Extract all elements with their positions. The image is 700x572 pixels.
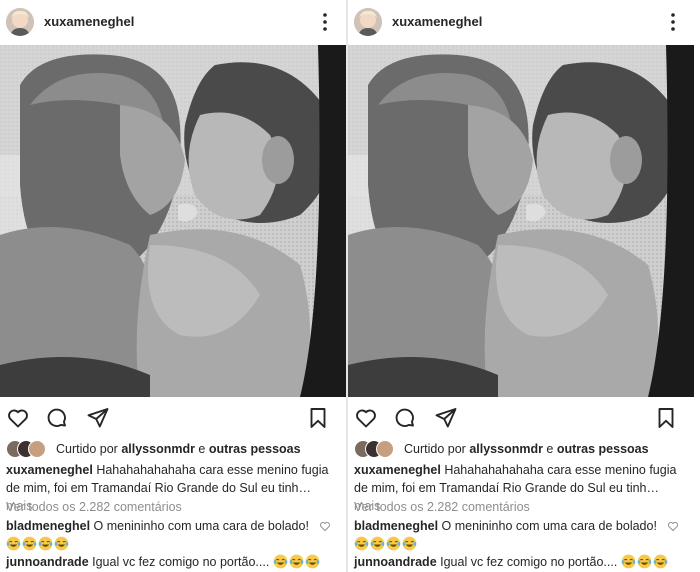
emoji-group xyxy=(273,554,321,569)
tears-of-joy-emoji xyxy=(621,554,636,569)
liked-by-prefix: Curtido por xyxy=(404,442,470,456)
view-all-comments-link[interactable]: Ver todos os 2.282 comentários xyxy=(6,500,182,514)
tears-of-joy-emoji xyxy=(273,554,288,569)
tears-of-joy-emoji xyxy=(305,554,320,569)
tears-of-joy-emoji xyxy=(38,536,53,551)
caption-username[interactable]: xuxameneghel xyxy=(6,463,93,477)
comment-row: bladmeneghel O menininho com uma cara de… xyxy=(354,517,684,553)
post-photo[interactable] xyxy=(0,45,346,397)
bookmark-icon[interactable] xyxy=(306,406,330,430)
comment-username[interactable]: bladmeneghel xyxy=(6,519,90,533)
liked-by-avatars xyxy=(354,440,398,458)
more-options-icon[interactable] xyxy=(666,12,680,32)
comment-row: junnoandrade Igual vc fez comigo no port… xyxy=(6,553,336,571)
heart-icon[interactable] xyxy=(354,406,378,430)
liked-by-join: e xyxy=(194,442,209,456)
liked-by-text: Curtido por allyssonmdr e outras pessoas xyxy=(404,442,649,456)
more-options-icon[interactable] xyxy=(318,12,332,32)
comment-text: O menininho com uma cara de bolado! xyxy=(438,519,657,533)
comment-row: junnoandrade Igual vc fez comigo no port… xyxy=(354,553,684,571)
share-icon[interactable] xyxy=(86,406,110,430)
emoji-group xyxy=(6,536,70,551)
post-action-bar xyxy=(348,401,694,435)
tears-of-joy-emoji xyxy=(653,554,668,569)
post-header: xuxameneghel xyxy=(348,0,694,44)
tears-of-joy-emoji xyxy=(354,536,369,551)
comment-icon[interactable] xyxy=(393,406,417,430)
profile-avatar[interactable] xyxy=(6,8,34,36)
post-photo[interactable] xyxy=(348,45,694,397)
liked-by-row[interactable]: Curtido por allyssonmdr e outras pessoas xyxy=(348,438,694,460)
caption-text-line2: de mim, foi em Tramandaí Rio Grande do S… xyxy=(354,481,660,495)
comment-row: bladmeneghel O menininho com uma cara de… xyxy=(6,517,336,553)
liked-by-row[interactable]: Curtido por allyssonmdr e outras pessoas xyxy=(0,438,346,460)
liker-avatar xyxy=(376,440,394,458)
comment-text: Igual vc fez comigo no portão.... xyxy=(436,555,621,569)
post-username[interactable]: xuxameneghel xyxy=(44,14,134,29)
caption-text-line1: Hahahahahahaha cara esse menino fugia xyxy=(440,463,677,477)
liked-by-text: Curtido por allyssonmdr e outras pessoas xyxy=(56,442,301,456)
comment-like-heart-icon[interactable] xyxy=(319,520,331,532)
caption-username[interactable]: xuxameneghel xyxy=(354,463,441,477)
comment-username[interactable]: junnoandrade xyxy=(6,555,89,569)
comment-text: O menininho com uma cara de bolado! xyxy=(90,519,309,533)
tears-of-joy-emoji xyxy=(386,536,401,551)
tears-of-joy-emoji xyxy=(289,554,304,569)
liked-by-user[interactable]: allyssonmdr xyxy=(469,442,543,456)
liked-by-join: e xyxy=(542,442,557,456)
caption-text-line2: de mim, foi em Tramandaí Rio Grande do S… xyxy=(6,481,312,495)
liker-avatar xyxy=(28,440,46,458)
heart-icon[interactable] xyxy=(6,406,30,430)
comment-like-heart-icon[interactable] xyxy=(667,520,679,532)
liked-by-avatars xyxy=(6,440,50,458)
liked-by-user[interactable]: allyssonmdr xyxy=(121,442,195,456)
post-action-bar xyxy=(0,401,346,435)
comment-username[interactable]: junnoandrade xyxy=(354,555,437,569)
liked-by-others[interactable]: outras pessoas xyxy=(557,442,649,456)
post-panel-left: xuxameneghel Curtido por allyssonmdr e o… xyxy=(0,0,346,572)
tears-of-joy-emoji xyxy=(54,536,69,551)
liked-by-others[interactable]: outras pessoas xyxy=(209,442,301,456)
emoji-group xyxy=(621,554,669,569)
tears-of-joy-emoji xyxy=(637,554,652,569)
emoji-group xyxy=(354,536,418,551)
tears-of-joy-emoji xyxy=(6,536,21,551)
tears-of-joy-emoji xyxy=(402,536,417,551)
bookmark-icon[interactable] xyxy=(654,406,678,430)
liked-by-prefix: Curtido por xyxy=(56,442,122,456)
tears-of-joy-emoji xyxy=(370,536,385,551)
comment-text: Igual vc fez comigo no portão.... xyxy=(88,555,273,569)
post-username[interactable]: xuxameneghel xyxy=(392,14,482,29)
tears-of-joy-emoji xyxy=(22,536,37,551)
profile-avatar[interactable] xyxy=(354,8,382,36)
caption-text-line1: Hahahahahahaha cara esse menino fugia xyxy=(92,463,329,477)
comment-username[interactable]: bladmeneghel xyxy=(354,519,438,533)
view-all-comments-link[interactable]: Ver todos os 2.282 comentários xyxy=(354,500,530,514)
post-header: xuxameneghel xyxy=(0,0,346,44)
comment-icon[interactable] xyxy=(45,406,69,430)
share-icon[interactable] xyxy=(434,406,458,430)
post-panel-right: xuxameneghel Curtido por allyssonmdr e o… xyxy=(348,0,694,572)
